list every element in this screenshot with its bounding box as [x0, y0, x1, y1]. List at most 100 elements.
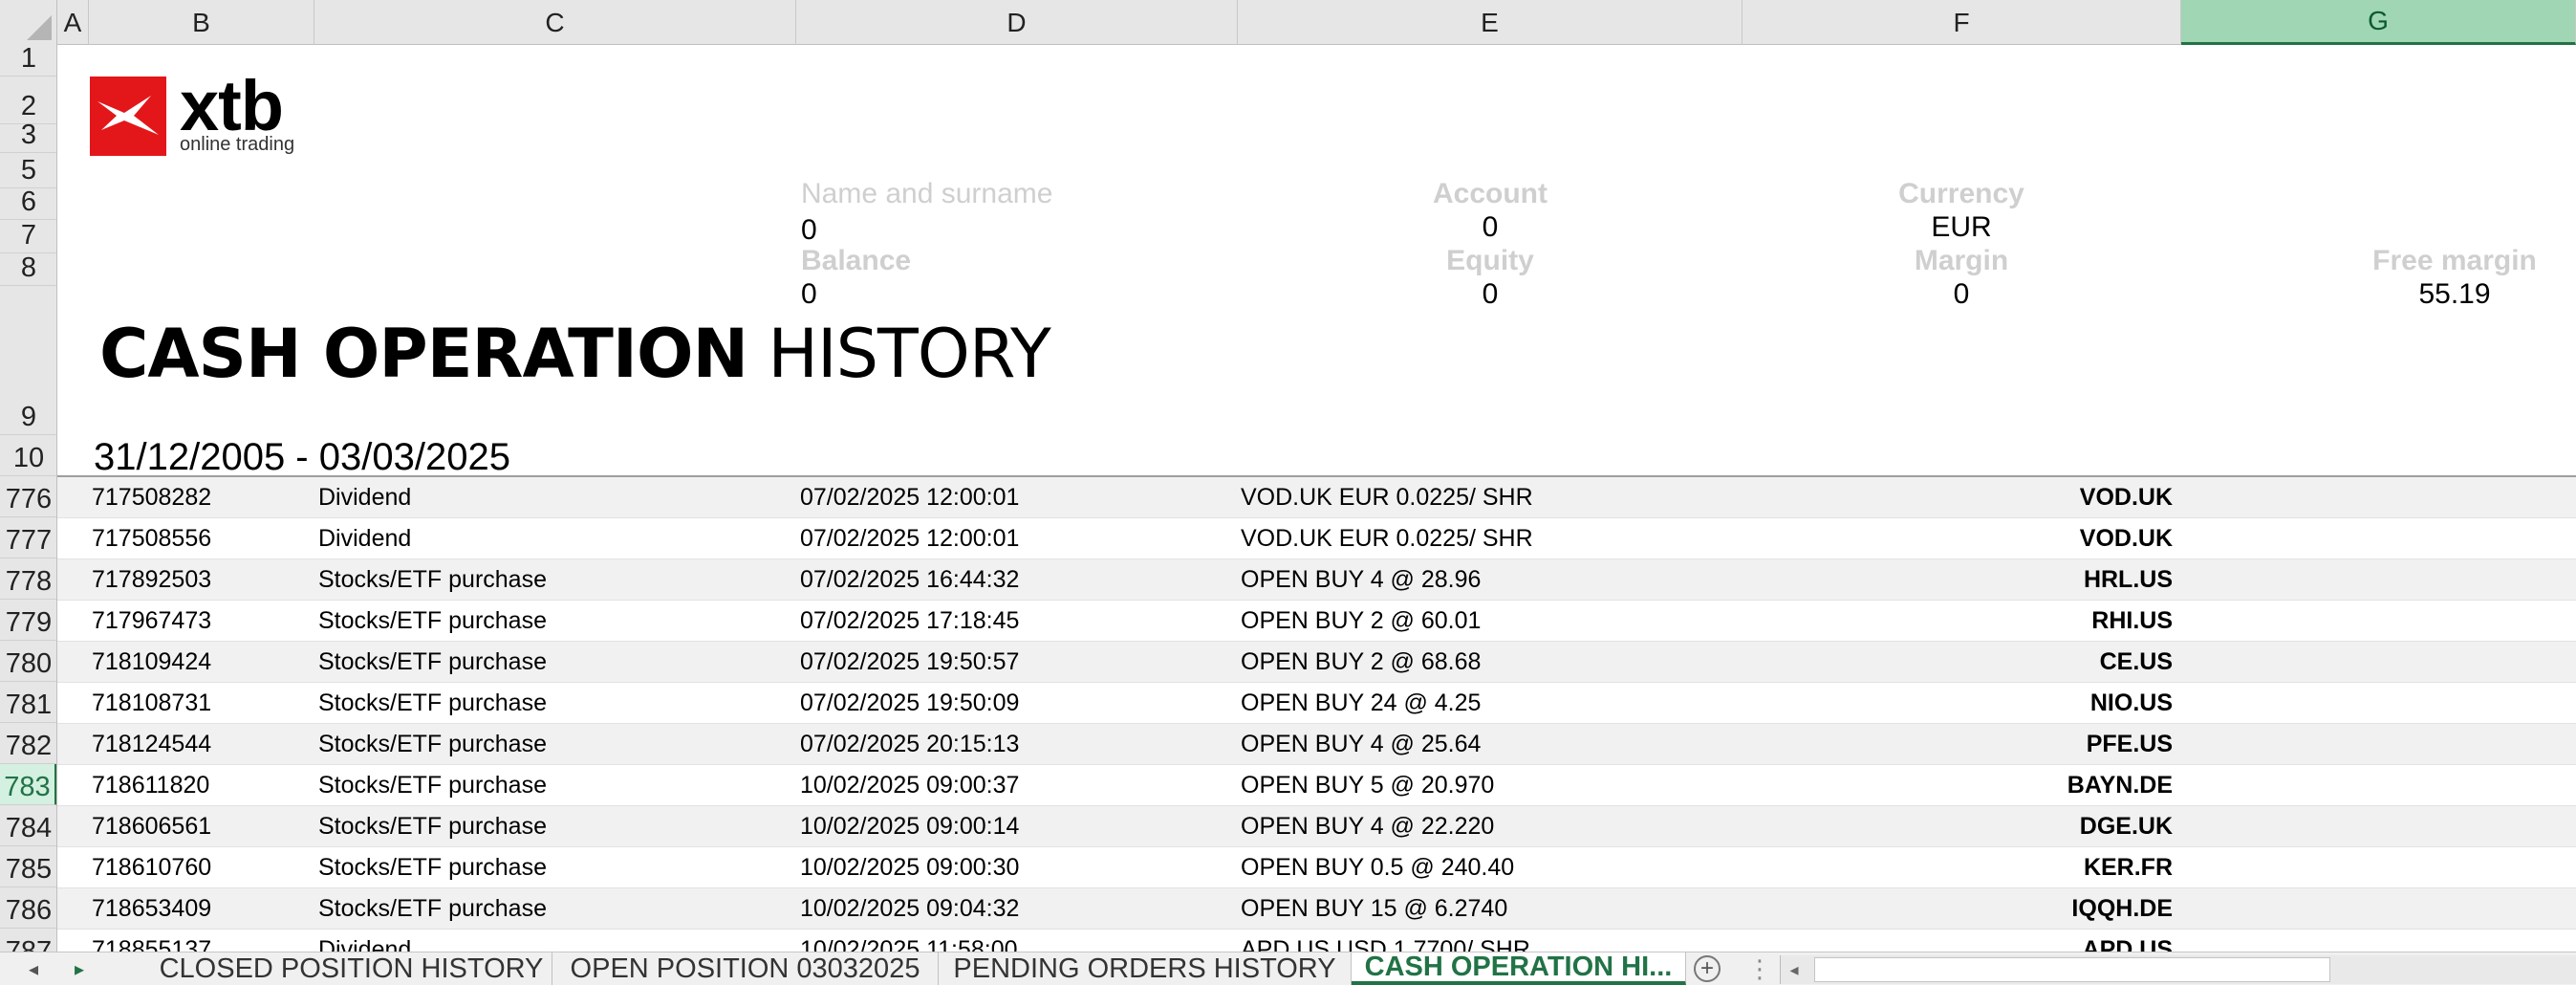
operation-id[interactable]: 718124544 [92, 724, 211, 765]
operation-comment[interactable]: VOD.UK EUR 0.0225/ SHR [1241, 477, 1533, 518]
operation-type[interactable]: Stocks/ETF purchase [318, 642, 547, 683]
table-row[interactable]: 718855137 Dividend 10/02/2025 11:58:00 APD.… [57, 930, 2576, 952]
row-header[interactable]: 781 [0, 682, 56, 723]
row-header[interactable]: 6 [0, 186, 56, 220]
operation-comment[interactable]: OPEN BUY 2 @ 60.01 [1241, 601, 1481, 642]
operation-time[interactable]: 07/02/2025 17:18:45 [800, 601, 1019, 642]
operation-id[interactable]: 718108731 [92, 683, 211, 724]
operation-time[interactable]: 07/02/2025 12:00:01 [800, 518, 1019, 559]
operation-symbol[interactable]: KER.FR [1778, 847, 2173, 888]
table-row[interactable]: 717892503 Stocks/ETF purchase 07/02/2025 1… [57, 559, 2576, 601]
operation-symbol[interactable]: VOD.UK [1778, 518, 2173, 559]
row-header[interactable]: 1 [0, 45, 56, 77]
select-all-corner[interactable] [0, 0, 57, 45]
operation-symbol[interactable]: APD.US [1778, 930, 2173, 952]
operation-time[interactable]: 07/02/2025 12:00:01 [800, 477, 1019, 518]
tab-cash-operation-history[interactable]: CASH OPERATION HI... [1352, 952, 1686, 985]
operation-id[interactable]: 717508556 [92, 518, 211, 559]
operation-type[interactable]: Dividend [318, 930, 411, 952]
operation-comment[interactable]: OPEN BUY 15 @ 6.2740 [1241, 888, 1507, 930]
operation-symbol[interactable]: CE.US [1778, 642, 2173, 683]
table-row[interactable]: 718109424 Stocks/ETF purchase 07/02/2025 1… [57, 642, 2576, 683]
tab-more-icon[interactable]: ⋮ [1747, 952, 1772, 985]
table-row[interactable]: 718611820 Stocks/ETF purchase 10/02/2025 0… [57, 765, 2576, 806]
operation-symbol[interactable]: PFE.US [1778, 724, 2173, 765]
row-header[interactable]: 7 [0, 220, 56, 253]
row-header[interactable]: 783 [0, 764, 56, 805]
row-header[interactable]: 785 [0, 846, 56, 887]
operation-time[interactable]: 10/02/2025 11:58:00 [800, 930, 1018, 952]
row-header[interactable]: 786 [0, 887, 56, 929]
operation-id[interactable]: 717892503 [92, 559, 211, 601]
operation-time[interactable]: 10/02/2025 09:00:14 [800, 806, 1019, 847]
operation-type[interactable]: Stocks/ETF purchase [318, 724, 547, 765]
table-row[interactable]: 718653409 Stocks/ETF purchase 10/02/2025 0… [57, 888, 2576, 930]
operation-time[interactable]: 07/02/2025 19:50:09 [800, 683, 1019, 724]
operation-comment[interactable]: OPEN BUY 5 @ 20.970 [1241, 765, 1494, 806]
operation-id[interactable]: 718611820 [92, 765, 209, 806]
table-row[interactable]: 718610760 Stocks/ETF purchase 10/02/2025 0… [57, 847, 2576, 888]
column-header-e[interactable]: E [1238, 0, 1743, 45]
operation-symbol[interactable]: VOD.UK [1778, 477, 2173, 518]
row-header[interactable]: 782 [0, 723, 56, 764]
tab-pending-orders-history[interactable]: PENDING ORDERS HISTORY [939, 952, 1352, 985]
row-header[interactable]: 8 [0, 252, 56, 286]
row-header[interactable]: 787 [0, 929, 56, 952]
table-row[interactable]: 718606561 Stocks/ETF purchase 10/02/2025 0… [57, 806, 2576, 847]
operation-comment[interactable]: OPEN BUY 0.5 @ 240.40 [1241, 847, 1514, 888]
row-header[interactable]: 784 [0, 805, 56, 846]
row-header[interactable]: 779 [0, 600, 56, 641]
column-header-g[interactable]: G [2181, 0, 2576, 45]
operation-type[interactable]: Stocks/ETF purchase [318, 601, 547, 642]
operation-id[interactable]: 717967473 [92, 601, 211, 642]
tab-open-position[interactable]: OPEN POSITION 03032025 [552, 952, 939, 985]
operation-time[interactable]: 07/02/2025 19:50:57 [800, 642, 1019, 683]
row-header[interactable]: 3 [0, 120, 56, 153]
arrow-right-icon[interactable]: ▸ [63, 952, 96, 985]
operation-time[interactable]: 10/02/2025 09:00:30 [800, 847, 1019, 888]
operation-type[interactable]: Stocks/ETF purchase [318, 806, 547, 847]
operation-id[interactable]: 717508282 [92, 477, 211, 518]
row-header[interactable]: 5 [0, 153, 56, 188]
operation-comment[interactable]: OPEN BUY 2 @ 68.68 [1241, 642, 1481, 683]
operation-comment[interactable]: VOD.UK EUR 0.0225/ SHR [1241, 518, 1533, 559]
operation-id[interactable]: 718606561 [92, 806, 211, 847]
column-header-a[interactable]: A [57, 0, 89, 45]
tab-closed-position-history[interactable]: CLOSED POSITION HISTORY [151, 952, 552, 985]
arrow-left-icon[interactable]: ◂ [17, 952, 50, 985]
operation-time[interactable]: 07/02/2025 20:15:13 [800, 724, 1019, 765]
operation-type[interactable]: Dividend [318, 518, 411, 559]
operation-comment[interactable]: OPEN BUY 24 @ 4.25 [1241, 683, 1481, 724]
scrollbar-thumb[interactable] [1814, 957, 2330, 982]
column-header-c[interactable]: C [314, 0, 796, 45]
column-header-d[interactable]: D [796, 0, 1238, 45]
operation-symbol[interactable]: IQQH.DE [1778, 888, 2173, 930]
column-header-b[interactable]: B [89, 0, 314, 45]
horizontal-scrollbar[interactable]: ◂ [1780, 955, 2576, 984]
scroll-left-icon[interactable]: ◂ [1781, 955, 1808, 984]
operation-symbol[interactable]: BAYN.DE [1778, 765, 2173, 806]
operation-type[interactable]: Stocks/ETF purchase [318, 847, 547, 888]
operation-type[interactable]: Dividend [318, 477, 411, 518]
operation-time[interactable]: 10/02/2025 09:00:37 [800, 765, 1019, 806]
row-header[interactable]: 776 [0, 476, 56, 517]
operation-id[interactable]: 718855137 [92, 930, 211, 952]
row-header[interactable]: 780 [0, 641, 56, 682]
operation-comment[interactable]: APD.US USD 1.7700/ SHR [1241, 930, 1530, 952]
operation-comment[interactable]: OPEN BUY 4 @ 28.96 [1241, 559, 1481, 601]
row-header[interactable]: 778 [0, 558, 56, 600]
operation-symbol[interactable]: HRL.US [1778, 559, 2173, 601]
operation-id[interactable]: 718610760 [92, 847, 211, 888]
operation-time[interactable]: 10/02/2025 09:04:32 [800, 888, 1019, 930]
table-row[interactable]: 717508282 Dividend 07/02/2025 12:00:01 VOD.… [57, 477, 2576, 518]
operation-type[interactable]: Stocks/ETF purchase [318, 683, 547, 724]
table-row[interactable]: 717508556 Dividend 07/02/2025 12:00:01 VOD.… [57, 518, 2576, 559]
operation-comment[interactable]: OPEN BUY 4 @ 22.220 [1241, 806, 1494, 847]
row-header[interactable]: 777 [0, 517, 56, 558]
operation-id[interactable]: 718653409 [92, 888, 211, 930]
table-row[interactable]: 718108731 Stocks/ETF purchase 07/02/2025 1… [57, 683, 2576, 724]
operation-id[interactable]: 718109424 [92, 642, 211, 683]
spreadsheet-grid[interactable]: xtb online trading Name and surname 0 Ac… [57, 45, 2576, 952]
row-header[interactable]: 2 [0, 77, 56, 124]
table-row[interactable]: 717967473 Stocks/ETF purchase 07/02/2025 1… [57, 601, 2576, 642]
